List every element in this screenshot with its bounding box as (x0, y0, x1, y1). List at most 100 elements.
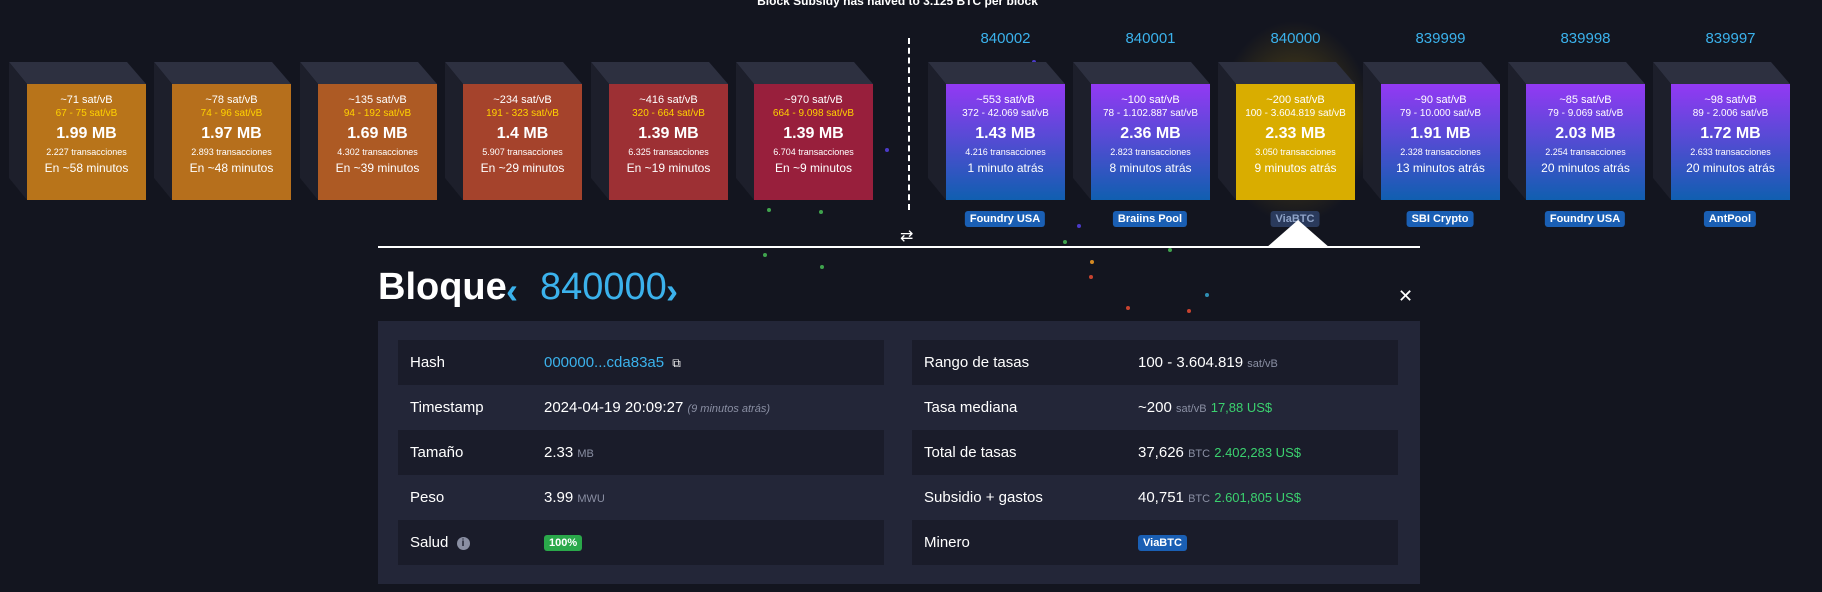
mempool-block-fee: ~135 sat/vB (348, 94, 407, 106)
close-icon[interactable]: ✕ (1398, 286, 1413, 307)
mined-block-time: 20 minutos atrás (1541, 161, 1630, 175)
mempool-block-size: 1.39 MB (783, 125, 844, 142)
mined-block-range: 100 - 3.604.819 sat/vB (1245, 108, 1346, 119)
mempool-block-tx: 4.302 transacciones (337, 147, 418, 157)
mined-block[interactable]: ~90 sat/vB 79 - 10.000 sat/vB 1.91 MB 2.328… (1381, 84, 1500, 200)
mined-block-fee: ~100 sat/vB (1121, 94, 1180, 106)
mining-pool-badge[interactable]: AntPool (1703, 211, 1757, 227)
mined-block-fee: ~98 sat/vB (1704, 94, 1757, 106)
mined-block-size: 1.91 MB (1410, 125, 1471, 142)
chevron-left-icon[interactable]: ‹ (506, 270, 518, 312)
mined-block[interactable]: ~100 sat/vB 78 - 1.102.887 sat/vB 2.36 MB 2… (1091, 84, 1210, 200)
weight-unit: MWU (577, 493, 605, 505)
mempool-block-size: 1.39 MB (638, 125, 699, 142)
mempool-block[interactable]: ~416 sat/vB 320 - 664 sat/vB 1.39 MB 6.325 … (609, 84, 728, 200)
block-height-label[interactable]: 840000 (1236, 30, 1355, 47)
block-height-label[interactable]: 839997 (1671, 30, 1790, 47)
health-label: Salud (410, 534, 449, 551)
mined-block-tx: 3.050 transacciones (1255, 147, 1336, 157)
mempool-block-time: En ~48 minutos (189, 161, 274, 175)
weight-row: Peso 3.99 MWU (398, 475, 884, 520)
fee-range-row: Rango de tasas 100 - 3.604.819 sat/vB (912, 340, 1398, 385)
total-fees-row: Total de tasas 37,626 BTC 2.402,283 US$ (912, 430, 1398, 475)
mempool-block-tx: 6.325 transacciones (628, 147, 709, 157)
mined-block-size: 2.33 MB (1265, 125, 1326, 142)
mined-block-size: 1.72 MB (1700, 125, 1761, 142)
chevron-right-icon[interactable]: › (666, 270, 678, 312)
total-fees-value: 37,626 (1138, 444, 1184, 461)
mined-block-range: 89 - 2.006 sat/vB (1692, 108, 1769, 119)
mined-block-time: 13 minutos atrás (1396, 161, 1485, 175)
block-details-panel: Hash 000000...cda83a5 ⧉ Timestamp 2024-0… (378, 321, 1420, 584)
block-height-label[interactable]: 839999 (1381, 30, 1500, 47)
median-fee-value: ~200 (1138, 399, 1172, 416)
mined-block-size: 1.43 MB (975, 125, 1036, 142)
total-fees-usd: 2.402,283 US$ (1214, 445, 1301, 460)
health-row: Salud i 100% (398, 520, 884, 565)
copy-icon[interactable]: ⧉ (672, 356, 681, 370)
mempool-block-tx: 6.704 transacciones (773, 147, 854, 157)
mempool-block-range: 74 - 96 sat/vB (200, 108, 263, 119)
total-fees-label: Total de tasas (924, 444, 1017, 461)
mempool-block-range: 67 - 75 sat/vB (55, 108, 118, 119)
swap-icon[interactable]: ⇄ (900, 226, 913, 246)
size-row: Tamaño 2.33 MB (398, 430, 884, 475)
mined-block-range: 372 - 42.069 sat/vB (962, 108, 1049, 119)
mempool-block[interactable]: ~71 sat/vB 67 - 75 sat/vB 1.99 MB 2.227 tra… (27, 84, 146, 200)
mined-block-fee: ~200 sat/vB (1266, 94, 1325, 106)
mined-block-tx: 2.633 transacciones (1690, 147, 1771, 157)
mempool-block[interactable]: ~135 sat/vB 94 - 192 sat/vB 1.69 MB 4.302 t… (318, 84, 437, 200)
miner-badge[interactable]: ViaBTC (1138, 535, 1187, 552)
mined-block[interactable]: ~553 sat/vB 372 - 42.069 sat/vB 1.43 MB 4.2… (946, 84, 1065, 200)
mining-pool-badge[interactable]: SBI Crypto (1406, 211, 1474, 227)
mined-block[interactable]: ~85 sat/vB 79 - 9.069 sat/vB 2.03 MB 2.254 … (1526, 84, 1645, 200)
median-fee-usd: 17,88 US$ (1210, 400, 1273, 415)
mempool-block-fee: ~71 sat/vB (60, 94, 113, 106)
miner-label: Minero (924, 534, 970, 551)
hash-label: Hash (410, 354, 446, 371)
mined-block-fee: ~90 sat/vB (1414, 94, 1467, 106)
mempool-block[interactable]: ~970 sat/vB 664 - 9.098 sat/vB 1.39 MB 6.70… (754, 84, 873, 200)
mined-block-tx: 2.254 transacciones (1545, 147, 1626, 157)
mempool-block-fee: ~416 sat/vB (639, 94, 698, 106)
mining-pool-badge[interactable]: Foundry USA (964, 211, 1046, 227)
miner-row: Minero ViaBTC (912, 520, 1398, 565)
info-icon[interactable]: i (456, 536, 470, 550)
mempool-block-fee: ~234 sat/vB (493, 94, 552, 106)
mempool-block-tx: 2.227 transacciones (46, 147, 127, 157)
mempool-block-size: 1.4 MB (496, 125, 549, 142)
mempool-block[interactable]: ~234 sat/vB 191 - 323 sat/vB 1.4 MB 5.907 t… (463, 84, 582, 200)
mining-pool-badge[interactable]: Foundry USA (1544, 211, 1626, 227)
mempool-block-size: 1.97 MB (201, 125, 262, 142)
median-fee-row: Tasa mediana ~200 sat/vB 17,88 US$ (912, 385, 1398, 430)
median-fee-label: Tasa mediana (924, 399, 1018, 416)
mempool-block-fee: ~970 sat/vB (784, 94, 843, 106)
fee-range-label: Rango de tasas (924, 354, 1030, 371)
mempool-block-tx: 5.907 transacciones (482, 147, 563, 157)
mempool-block-range: 191 - 323 sat/vB (486, 108, 559, 119)
mined-block-range: 79 - 10.000 sat/vB (1399, 108, 1482, 119)
size-value: 2.33 (544, 444, 574, 461)
hash-link[interactable]: 000000...cda83a5 (544, 354, 664, 371)
mempool-block-time: En ~29 minutos (480, 161, 565, 175)
page-title: Bloque (378, 266, 507, 308)
timestamp-value: 2024-04-19 20:09:27 (544, 399, 684, 416)
median-fee-unit: sat/vB (1175, 403, 1207, 415)
mempool-block[interactable]: ~78 sat/vB 74 - 96 sat/vB 1.97 MB 2.893 tra… (172, 84, 291, 200)
mined-block-range: 78 - 1.102.887 sat/vB (1102, 108, 1199, 119)
size-label: Tamaño (410, 444, 464, 461)
mining-pool-badge[interactable]: Braiins Pool (1112, 211, 1188, 227)
subsidy-row: Subsidio + gastos 40,751 BTC 2.601,805 U… (912, 475, 1398, 520)
timestamp-row: Timestamp 2024-04-19 20:09:27 (9 minutos… (398, 385, 884, 430)
mined-block-size: 2.03 MB (1555, 125, 1616, 142)
mempool-block-time: En ~58 minutos (44, 161, 129, 175)
mined-block[interactable]: ~98 sat/vB 89 - 2.006 sat/vB 1.72 MB 2.633 … (1671, 84, 1790, 200)
mined-block-fee: ~553 sat/vB (976, 94, 1035, 106)
block-height-label[interactable]: 840002 (946, 30, 1065, 47)
block-height-label[interactable]: 839998 (1526, 30, 1645, 47)
mempool-block-size: 1.99 MB (56, 125, 117, 142)
selected-block[interactable]: ~200 sat/vB 100 - 3.604.819 sat/vB 2.33 MB… (1236, 84, 1355, 200)
mempool-block-tx: 2.893 transacciones (191, 147, 272, 157)
mined-block-time: 1 minuto atrás (967, 161, 1044, 175)
block-height-label[interactable]: 840001 (1091, 30, 1210, 47)
